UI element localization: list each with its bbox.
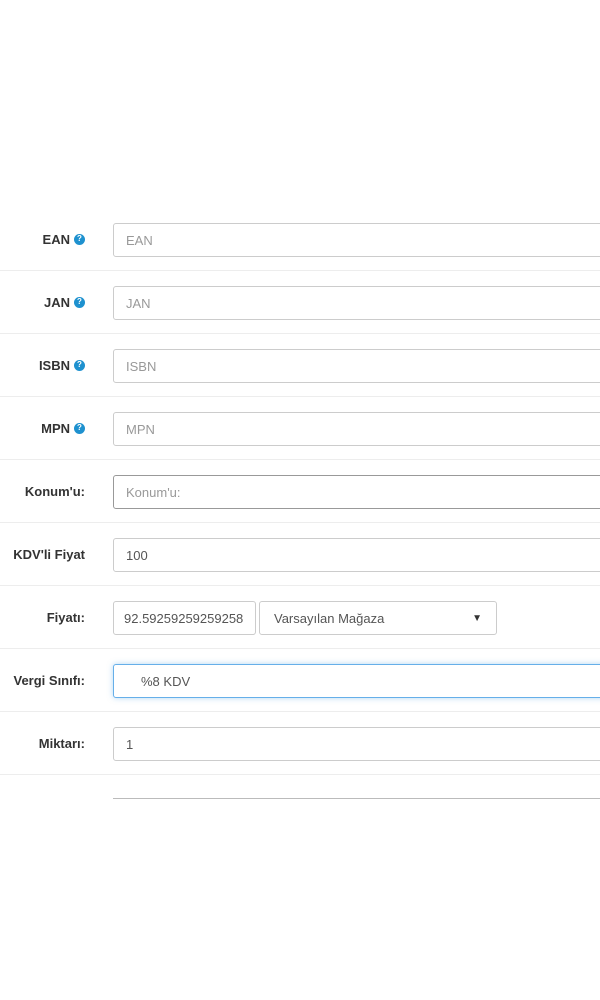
jan-label-text: JAN — [43, 294, 70, 310]
price-label: Fiyatı: — [46, 609, 85, 625]
help-icon[interactable]: ? — [74, 359, 85, 371]
store-select[interactable]: Varsayılan Mağaza ▼ — [259, 601, 497, 635]
isbn-label-text: ISBN — [38, 357, 70, 373]
quantity-row: Miktarı: — [0, 712, 600, 775]
isbn-input[interactable] — [113, 349, 600, 383]
help-icon[interactable]: ? — [74, 233, 85, 245]
ean-label: EAN ? — [43, 208, 85, 270]
partial-field-edge — [113, 798, 600, 799]
price-incl-vat-input[interactable] — [113, 538, 600, 572]
quantity-input[interactable] — [113, 727, 600, 761]
help-icon[interactable]: ? — [74, 296, 85, 308]
price-input[interactable] — [113, 601, 256, 635]
jan-row: JAN ? — [0, 271, 600, 334]
price-row: Fiyatı: Varsayılan Mağaza ▼ — [0, 586, 600, 649]
store-select-value: Varsayılan Mağaza — [274, 610, 385, 626]
location-input[interactable] — [113, 475, 600, 509]
isbn-label: ISBN ? — [39, 334, 85, 396]
location-label: Konum'u: — [24, 483, 85, 499]
tax-class-row: Vergi Sınıfı: %8 KDV — [0, 649, 600, 712]
price-incl-vat-row: KDV'li Fiyat — [0, 523, 600, 586]
mpn-input[interactable] — [113, 412, 600, 446]
mpn-label-text: MPN — [41, 420, 70, 436]
isbn-row: ISBN ? — [0, 334, 600, 397]
ean-row: EAN ? — [0, 208, 600, 271]
ean-input[interactable] — [113, 223, 600, 257]
product-data-form: EAN ? JAN ? ISBN ? MPN ? Konum'u: KDV'li… — [0, 208, 600, 775]
ean-label-text: EAN — [42, 231, 70, 247]
quantity-label: Miktarı: — [38, 735, 85, 751]
chevron-down-icon: ▼ — [472, 612, 482, 624]
jan-label: JAN ? — [44, 271, 85, 333]
price-incl-vat-label: KDV'li Fiyat — [13, 546, 85, 562]
mpn-label: MPN ? — [41, 397, 85, 459]
tax-class-value: %8 KDV — [141, 673, 191, 689]
location-row: Konum'u: — [0, 460, 600, 523]
tax-class-label: Vergi Sınıfı: — [13, 672, 85, 688]
jan-input[interactable] — [113, 286, 600, 320]
tax-class-select[interactable]: %8 KDV — [113, 664, 600, 698]
mpn-row: MPN ? — [0, 397, 600, 460]
help-icon[interactable]: ? — [74, 422, 85, 434]
